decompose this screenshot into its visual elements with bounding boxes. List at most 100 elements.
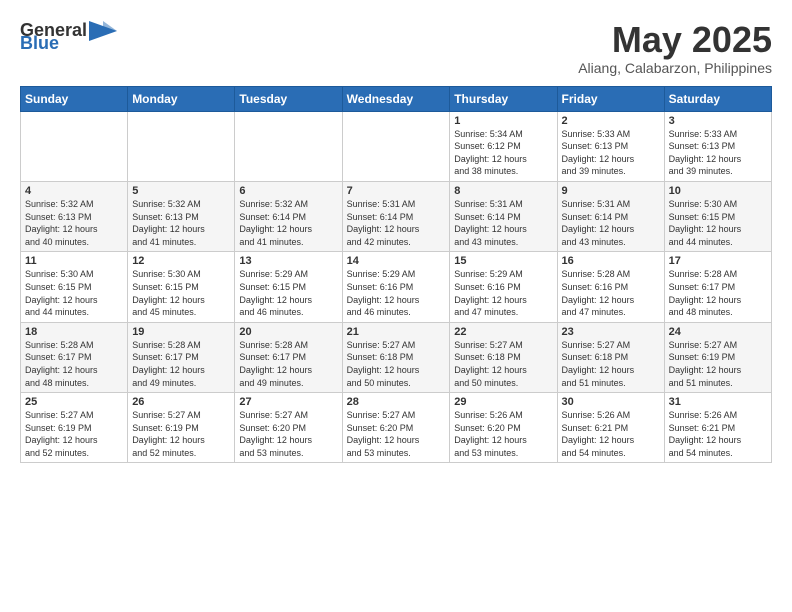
day-number: 11 [25,255,123,267]
calendar-cell: 30Sunrise: 5:26 AM Sunset: 6:21 PM Dayli… [557,393,664,463]
calendar-week-row: 18Sunrise: 5:28 AM Sunset: 6:17 PM Dayli… [21,322,772,392]
calendar-cell: 22Sunrise: 5:27 AM Sunset: 6:18 PM Dayli… [450,322,557,392]
day-number: 25 [25,396,123,408]
day-info: Sunrise: 5:27 AM Sunset: 6:19 PM Dayligh… [25,409,123,459]
header-sunday: Sunday [21,86,128,111]
day-number: 24 [669,326,767,338]
calendar-cell: 7Sunrise: 5:31 AM Sunset: 6:14 PM Daylig… [342,181,450,251]
header-tuesday: Tuesday [235,86,342,111]
logo-flag-icon [89,21,117,41]
day-number: 27 [239,396,337,408]
day-info: Sunrise: 5:30 AM Sunset: 6:15 PM Dayligh… [132,268,230,318]
day-number: 9 [562,185,660,197]
day-info: Sunrise: 5:27 AM Sunset: 6:20 PM Dayligh… [347,409,446,459]
calendar-cell: 27Sunrise: 5:27 AM Sunset: 6:20 PM Dayli… [235,393,342,463]
day-info: Sunrise: 5:28 AM Sunset: 6:16 PM Dayligh… [562,268,660,318]
day-number: 14 [347,255,446,267]
calendar-cell: 3Sunrise: 5:33 AM Sunset: 6:13 PM Daylig… [664,111,771,181]
day-info: Sunrise: 5:27 AM Sunset: 6:19 PM Dayligh… [132,409,230,459]
day-number: 17 [669,255,767,267]
day-number: 19 [132,326,230,338]
title-block: May 2025 Aliang, Calabarzon, Philippines [578,20,772,76]
day-number: 18 [25,326,123,338]
logo-blue-text: Blue [20,33,59,54]
day-number: 3 [669,115,767,127]
calendar-cell: 23Sunrise: 5:27 AM Sunset: 6:18 PM Dayli… [557,322,664,392]
calendar-cell: 21Sunrise: 5:27 AM Sunset: 6:18 PM Dayli… [342,322,450,392]
calendar-title: May 2025 [578,20,772,60]
day-number: 8 [454,185,552,197]
calendar-cell: 12Sunrise: 5:30 AM Sunset: 6:15 PM Dayli… [128,252,235,322]
day-info: Sunrise: 5:32 AM Sunset: 6:13 PM Dayligh… [25,198,123,248]
calendar-week-row: 4Sunrise: 5:32 AM Sunset: 6:13 PM Daylig… [21,181,772,251]
day-info: Sunrise: 5:27 AM Sunset: 6:18 PM Dayligh… [454,339,552,389]
calendar-cell: 18Sunrise: 5:28 AM Sunset: 6:17 PM Dayli… [21,322,128,392]
day-info: Sunrise: 5:29 AM Sunset: 6:16 PM Dayligh… [347,268,446,318]
day-info: Sunrise: 5:27 AM Sunset: 6:18 PM Dayligh… [347,339,446,389]
day-info: Sunrise: 5:28 AM Sunset: 6:17 PM Dayligh… [25,339,123,389]
day-info: Sunrise: 5:29 AM Sunset: 6:16 PM Dayligh… [454,268,552,318]
day-number: 31 [669,396,767,408]
header-thursday: Thursday [450,86,557,111]
calendar-cell: 11Sunrise: 5:30 AM Sunset: 6:15 PM Dayli… [21,252,128,322]
calendar-header-row: SundayMondayTuesdayWednesdayThursdayFrid… [21,86,772,111]
calendar-cell: 19Sunrise: 5:28 AM Sunset: 6:17 PM Dayli… [128,322,235,392]
calendar-cell: 28Sunrise: 5:27 AM Sunset: 6:20 PM Dayli… [342,393,450,463]
day-number: 12 [132,255,230,267]
day-info: Sunrise: 5:31 AM Sunset: 6:14 PM Dayligh… [562,198,660,248]
day-info: Sunrise: 5:28 AM Sunset: 6:17 PM Dayligh… [239,339,337,389]
calendar-cell: 10Sunrise: 5:30 AM Sunset: 6:15 PM Dayli… [664,181,771,251]
calendar-table: SundayMondayTuesdayWednesdayThursdayFrid… [20,86,772,464]
day-number: 2 [562,115,660,127]
calendar-cell: 9Sunrise: 5:31 AM Sunset: 6:14 PM Daylig… [557,181,664,251]
calendar-cell: 8Sunrise: 5:31 AM Sunset: 6:14 PM Daylig… [450,181,557,251]
day-number: 1 [454,115,552,127]
day-info: Sunrise: 5:28 AM Sunset: 6:17 PM Dayligh… [669,268,767,318]
day-number: 28 [347,396,446,408]
calendar-cell [342,111,450,181]
day-info: Sunrise: 5:29 AM Sunset: 6:15 PM Dayligh… [239,268,337,318]
day-info: Sunrise: 5:31 AM Sunset: 6:14 PM Dayligh… [347,198,446,248]
day-info: Sunrise: 5:33 AM Sunset: 6:13 PM Dayligh… [669,128,767,178]
day-info: Sunrise: 5:30 AM Sunset: 6:15 PM Dayligh… [25,268,123,318]
day-number: 23 [562,326,660,338]
calendar-cell: 4Sunrise: 5:32 AM Sunset: 6:13 PM Daylig… [21,181,128,251]
calendar-cell: 26Sunrise: 5:27 AM Sunset: 6:19 PM Dayli… [128,393,235,463]
calendar-cell [235,111,342,181]
calendar-week-row: 25Sunrise: 5:27 AM Sunset: 6:19 PM Dayli… [21,393,772,463]
day-number: 7 [347,185,446,197]
day-number: 29 [454,396,552,408]
calendar-cell: 15Sunrise: 5:29 AM Sunset: 6:16 PM Dayli… [450,252,557,322]
calendar-week-row: 1Sunrise: 5:34 AM Sunset: 6:12 PM Daylig… [21,111,772,181]
day-info: Sunrise: 5:30 AM Sunset: 6:15 PM Dayligh… [669,198,767,248]
day-number: 30 [562,396,660,408]
day-number: 26 [132,396,230,408]
logo: General Blue [20,20,119,54]
calendar-cell: 6Sunrise: 5:32 AM Sunset: 6:14 PM Daylig… [235,181,342,251]
day-info: Sunrise: 5:32 AM Sunset: 6:13 PM Dayligh… [132,198,230,248]
header-wednesday: Wednesday [342,86,450,111]
day-number: 15 [454,255,552,267]
day-info: Sunrise: 5:27 AM Sunset: 6:19 PM Dayligh… [669,339,767,389]
day-number: 21 [347,326,446,338]
calendar-cell [128,111,235,181]
day-info: Sunrise: 5:27 AM Sunset: 6:18 PM Dayligh… [562,339,660,389]
calendar-cell: 5Sunrise: 5:32 AM Sunset: 6:13 PM Daylig… [128,181,235,251]
header-monday: Monday [128,86,235,111]
calendar-cell: 31Sunrise: 5:26 AM Sunset: 6:21 PM Dayli… [664,393,771,463]
calendar-cell: 29Sunrise: 5:26 AM Sunset: 6:20 PM Dayli… [450,393,557,463]
day-info: Sunrise: 5:32 AM Sunset: 6:14 PM Dayligh… [239,198,337,248]
calendar-cell [21,111,128,181]
header-saturday: Saturday [664,86,771,111]
day-number: 5 [132,185,230,197]
calendar-cell: 13Sunrise: 5:29 AM Sunset: 6:15 PM Dayli… [235,252,342,322]
calendar-cell: 14Sunrise: 5:29 AM Sunset: 6:16 PM Dayli… [342,252,450,322]
calendar-cell: 20Sunrise: 5:28 AM Sunset: 6:17 PM Dayli… [235,322,342,392]
day-info: Sunrise: 5:28 AM Sunset: 6:17 PM Dayligh… [132,339,230,389]
page-header: General Blue May 2025 Aliang, Calabarzon… [20,20,772,76]
calendar-cell: 24Sunrise: 5:27 AM Sunset: 6:19 PM Dayli… [664,322,771,392]
day-info: Sunrise: 5:27 AM Sunset: 6:20 PM Dayligh… [239,409,337,459]
calendar-cell: 25Sunrise: 5:27 AM Sunset: 6:19 PM Dayli… [21,393,128,463]
day-number: 20 [239,326,337,338]
day-info: Sunrise: 5:26 AM Sunset: 6:21 PM Dayligh… [562,409,660,459]
